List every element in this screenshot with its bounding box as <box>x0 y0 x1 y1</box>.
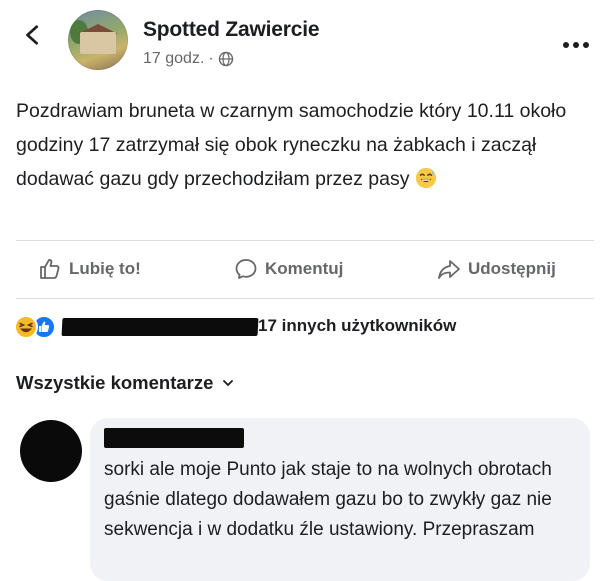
grinning-sweat-emoji-icon <box>415 167 436 189</box>
post-body: Pozdrawiam bruneta w czarnym samochodzie… <box>16 94 596 196</box>
reactions-summary[interactable] <box>14 314 259 340</box>
post-text: Pozdrawiam bruneta w czarnym samochodzie… <box>16 100 567 190</box>
comment-button[interactable]: Komentuj <box>234 254 343 284</box>
share-label: Udostępnij <box>468 259 556 278</box>
page-avatar[interactable] <box>68 10 128 70</box>
chevron-left-icon <box>26 25 39 45</box>
post-timestamp[interactable]: 17 godz. <box>143 50 204 68</box>
meta-separator: · <box>208 50 214 67</box>
share-arrow-icon <box>438 260 460 279</box>
comment-author-avatar[interactable] <box>20 420 82 482</box>
comments-filter-dropdown[interactable]: Wszystkie komentarze <box>16 372 234 394</box>
divider <box>16 298 594 299</box>
comments-filter-label: Wszystkie komentarze <box>16 372 214 393</box>
like-label: Lubię to! <box>69 259 141 278</box>
redacted-comment-author[interactable] <box>104 428 244 448</box>
back-button[interactable] <box>22 24 44 46</box>
globe-icon <box>218 51 233 67</box>
page-name[interactable]: Spotted Zawiercie <box>143 18 320 42</box>
comment-label: Komentuj <box>265 259 344 278</box>
share-button[interactable]: Udostępnij <box>437 254 556 284</box>
reactions-others-count[interactable]: 17 innych użytkowników <box>258 316 456 336</box>
thumbs-up-icon <box>40 259 60 279</box>
redacted-reactor-names <box>61 318 259 336</box>
comment-text: sorki ale moje Punto jak staje to na wol… <box>104 459 552 540</box>
divider <box>16 240 594 241</box>
like-button[interactable]: Lubię to! <box>38 254 141 284</box>
more-horizontal-icon <box>563 42 589 48</box>
haha-reaction-icon <box>14 315 38 339</box>
chevron-down-icon <box>223 380 234 386</box>
post-meta: 17 godz. · <box>143 50 234 68</box>
comment-bubble-icon <box>235 259 257 279</box>
more-options-button[interactable] <box>562 36 590 54</box>
